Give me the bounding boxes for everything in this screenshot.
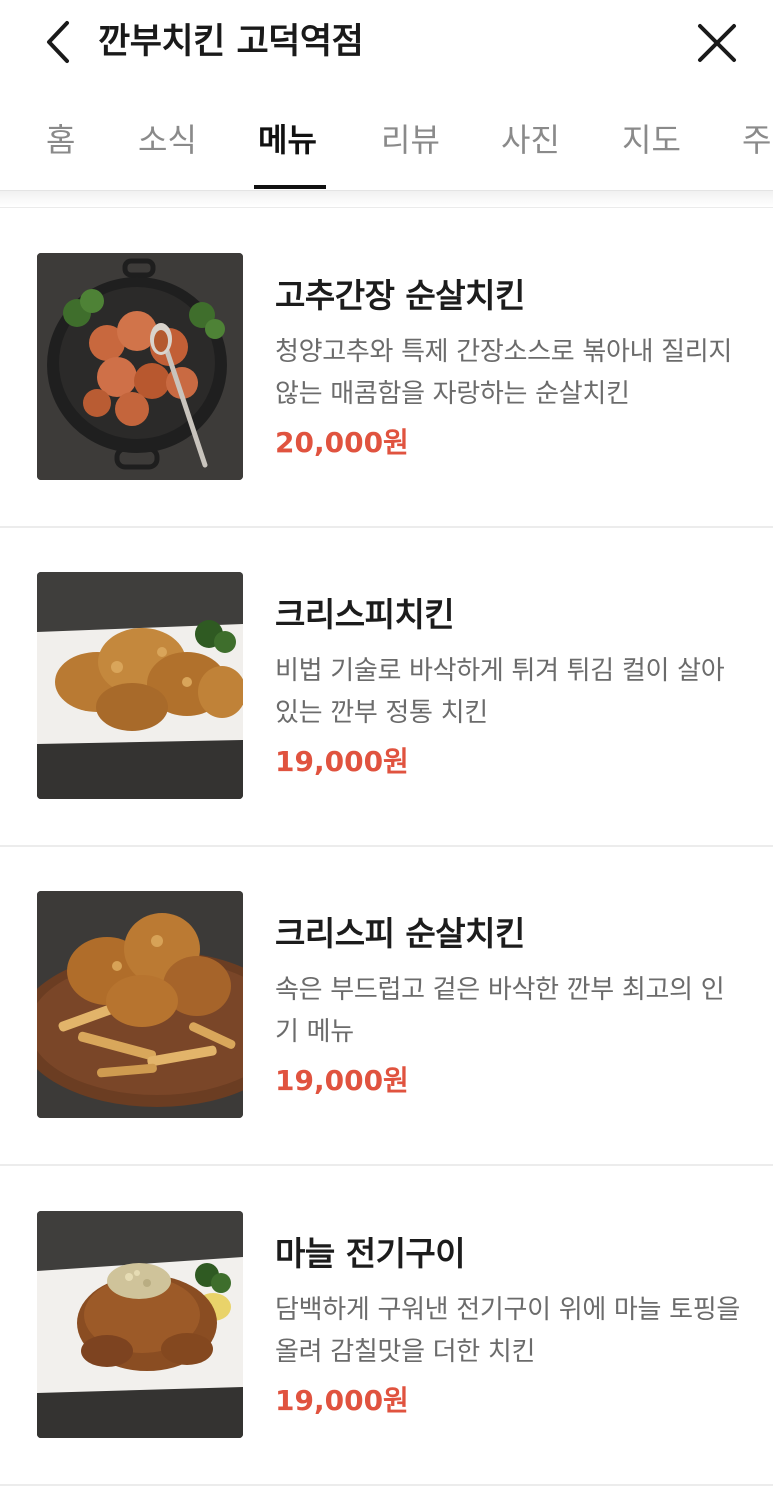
menu-item[interactable]: 마늘 전기구이 담백하게 구워낸 전기구이 위에 마늘 토핑을 올려 감칠맛을 … (0, 1165, 773, 1486)
tab-news[interactable]: 소식 (138, 116, 197, 164)
menu-item-photo (37, 891, 243, 1118)
tab-map[interactable]: 지도 (622, 116, 681, 164)
menu-item-photo (37, 253, 243, 480)
menu-item-name: 크리스피치킨 (275, 595, 455, 634)
menu-item-description: 담백하게 구워낸 전기구이 위에 마늘 토핑을 올려 감칠맛을 더한 치킨 (275, 1295, 740, 1367)
menu-item-name: 고추간장 순살치킨 (275, 276, 525, 315)
back-button[interactable] (34, 18, 82, 66)
menu-item-name: 마늘 전기구이 (275, 1234, 466, 1273)
close-icon (698, 24, 736, 62)
tab-bar: 홈 소식 메뉴 리뷰 사진 지도 주 (0, 98, 773, 191)
menu-item-price: 20,000원 (275, 426, 409, 459)
active-tab-indicator (254, 185, 326, 189)
menu-item[interactable]: 크리스피 순살치킨 속은 부드럽고 겉은 바삭한 깐부 최고의 인기 메뉴 19… (0, 845, 773, 1166)
top-bar: 깐부치킨 고덕역점 (0, 0, 773, 88)
menu-item-photo (37, 572, 243, 799)
menu-item-price: 19,000원 (275, 1064, 409, 1097)
menu-item-price: 19,000원 (275, 745, 409, 778)
menu-item-photo (37, 1211, 243, 1438)
menu-item-price: 19,000원 (275, 1384, 409, 1417)
divider (0, 191, 773, 208)
tab-menu[interactable]: 메뉴 (258, 116, 317, 164)
menu-item-description: 속은 부드럽고 겉은 바삭한 깐부 최고의 인기 메뉴 (275, 975, 725, 1047)
menu-item-name: 크리스피 순살치킨 (275, 914, 525, 953)
close-button[interactable] (690, 16, 744, 70)
menu-item-description: 청양고추와 특제 간장소스로 볶아내 질리지 않는 매콤함을 자랑하는 순살치킨 (275, 337, 733, 409)
chevron-left-icon (47, 21, 69, 63)
tab-reviews[interactable]: 리뷰 (381, 116, 440, 164)
tab-photos[interactable]: 사진 (501, 116, 560, 164)
page-title: 깐부치킨 고덕역점 (98, 22, 364, 62)
tab-home[interactable]: 홈 (46, 116, 75, 164)
tab-more[interactable]: 주 (742, 116, 771, 164)
menu-item-description: 비법 기술로 바삭하게 튀겨 튀김 컬이 살아있는 깐부 정통 치킨 (275, 656, 725, 728)
menu-item[interactable]: 크리스피치킨 비법 기술로 바삭하게 튀겨 튀김 컬이 살아있는 깐부 정통 치… (0, 526, 773, 847)
menu-item[interactable]: 고추간장 순살치킨 청양고추와 특제 간장소스로 볶아내 질리지 않는 매콤함을… (0, 207, 773, 528)
